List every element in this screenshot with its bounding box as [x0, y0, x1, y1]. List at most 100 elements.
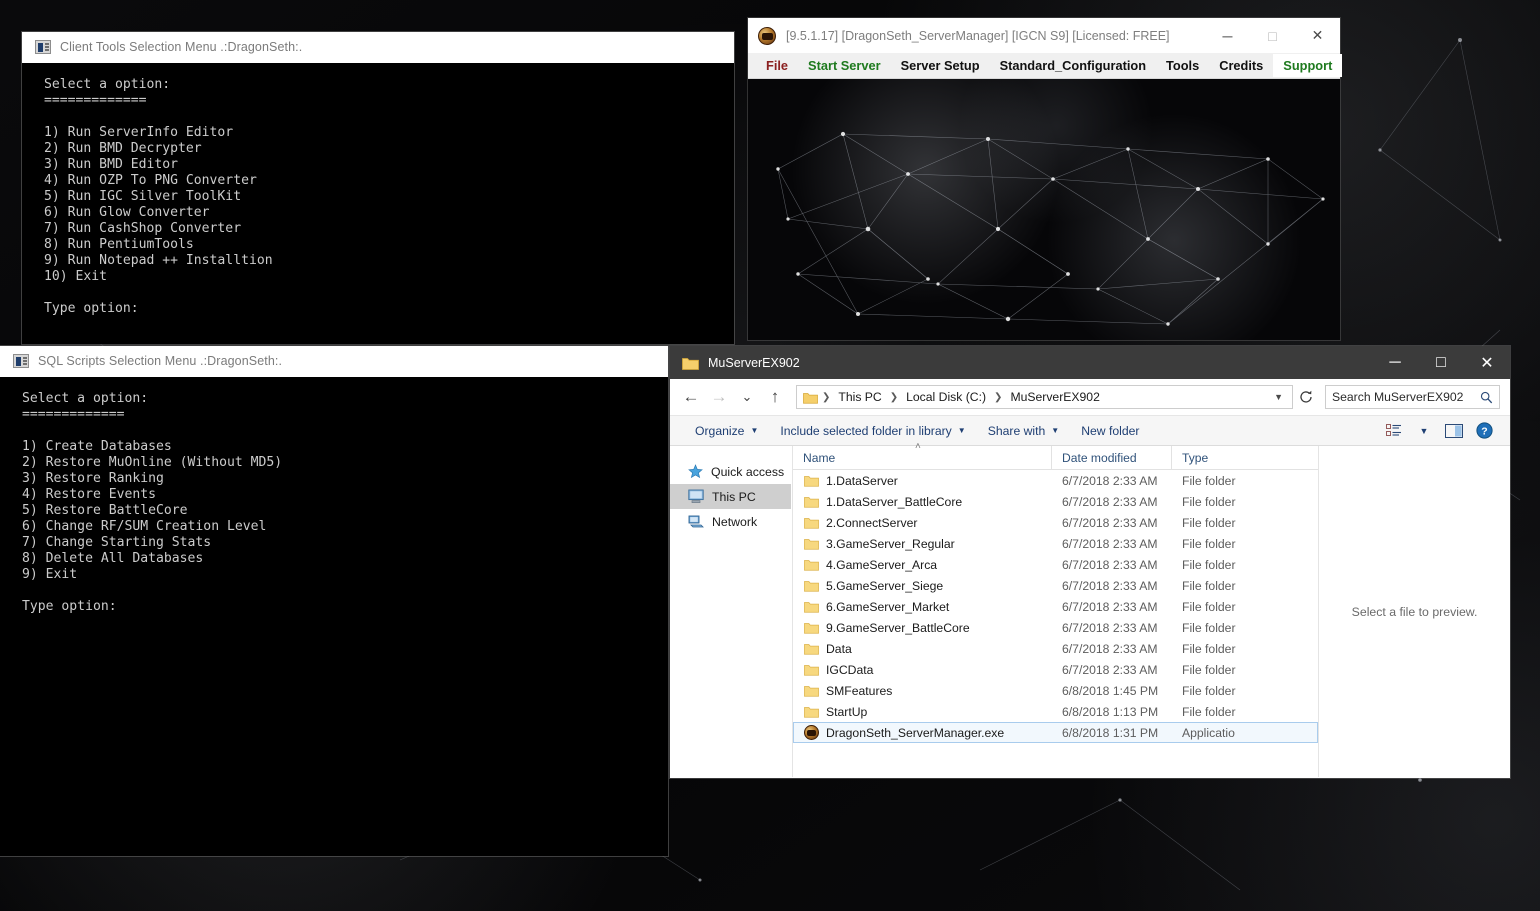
sidebar-item-this-pc[interactable]: This PC — [670, 484, 791, 509]
back-button[interactable]: ← — [678, 384, 704, 410]
file-type-cell: File folder — [1182, 662, 1236, 677]
file-name-cell: DragonSeth_ServerManager.exe — [794, 725, 1052, 740]
desktop: Client Tools Selection Menu .:DragonSeth… — [0, 0, 1540, 911]
client-tools-console-window[interactable]: Client Tools Selection Menu .:DragonSeth… — [22, 32, 734, 344]
server-manager-title: [9.5.1.17] [DragonSeth_ServerManager] [I… — [786, 28, 1170, 43]
folder-icon — [682, 357, 699, 370]
sidebar-item-quick-access[interactable]: Quick access — [670, 459, 791, 484]
include-in-library-label: Include selected folder in library — [780, 423, 952, 438]
explorer-window-controls: ─ □ ✕ — [1372, 346, 1510, 379]
menu-item-standard-configuration[interactable]: Standard_Configuration — [990, 54, 1156, 77]
dragonseth-app-icon — [758, 26, 776, 45]
table-row[interactable]: DragonSeth_ServerManager.exe 6/8/2018 1:3… — [793, 722, 1319, 743]
address-bar[interactable]: ❯ This PC ❯ Local Disk (C:) ❯ MuServerEX… — [796, 385, 1293, 409]
explorer-navigation-bar: ← → ⌄ ↑ ❯ This PC ❯ Local Disk (C:) ❯ Mu… — [670, 379, 1510, 415]
column-header-type-label: Type — [1182, 450, 1209, 465]
recent-locations-button[interactable]: ⌄ — [734, 384, 760, 410]
column-header-type[interactable]: Type — [1171, 446, 1251, 469]
view-caret-icon[interactable]: ▼ — [1410, 419, 1438, 443]
server-manager-content-area — [748, 79, 1340, 340]
menu-item-file[interactable]: File — [756, 54, 798, 77]
folder-icon — [804, 476, 819, 487]
client-tools-console-output[interactable]: Select a option: ============= 1) Run Se… — [22, 63, 734, 317]
file-name-cell: IGCData — [794, 663, 1052, 677]
folder-icon — [804, 497, 819, 508]
file-name-label: DragonSeth_ServerManager.exe — [826, 725, 1005, 740]
minimize-button[interactable]: ─ — [1205, 18, 1250, 53]
file-list: Name ˄ Date modified Type 1.DataServer 6/… — [792, 441, 1319, 777]
table-row[interactable]: 6.GameServer_Market 6/7/2018 2:33 AM File … — [793, 596, 1318, 617]
table-row[interactable]: 2.ConnectServer 6/7/2018 2:33 AM File fold… — [793, 512, 1318, 533]
table-row[interactable]: 9.GameServer_BattleCore 6/7/2018 2:33 AM F… — [793, 617, 1318, 638]
menu-item-tools[interactable]: Tools — [1156, 54, 1209, 77]
file-name-cell: 1.DataServer — [794, 474, 1052, 488]
explorer-command-toolbar: Organize ▼ Include selected folder in li… — [670, 415, 1510, 446]
file-rows-container: 1.DataServer 6/7/2018 2:33 AM File folder 1… — [793, 470, 1319, 743]
file-date-cell: 6/7/2018 2:33 AM — [1062, 578, 1158, 593]
file-name-cell: SMFeatures — [794, 684, 1052, 698]
file-name-label: SMFeatures — [826, 683, 893, 698]
chevron-down-icon: ▼ — [1051, 426, 1060, 435]
chevron-down-icon[interactable]: ▼ — [1269, 392, 1288, 402]
file-type-cell: File folder — [1182, 494, 1236, 509]
breadcrumb-local-disk[interactable]: Local Disk (C:) — [902, 389, 990, 405]
column-header-name[interactable]: Name ˄ — [793, 441, 1051, 469]
include-in-library-button[interactable]: Include selected folder in library ▼ — [769, 421, 976, 441]
help-icon[interactable]: ? — [1470, 419, 1498, 443]
sql-scripts-console-titlebar[interactable]: SQL Scripts Selection Menu .:DragonSeth:… — [0, 346, 668, 377]
new-folder-button[interactable]: New folder — [1070, 421, 1150, 441]
table-row[interactable]: 4.GameServer_Arca 6/7/2018 2:33 AM File fo… — [793, 554, 1318, 575]
menu-item-start-server[interactable]: Start Server — [798, 54, 891, 77]
computer-icon — [688, 489, 704, 503]
table-row[interactable]: SMFeatures 6/8/2018 1:45 PM File folder — [793, 680, 1318, 701]
refresh-icon[interactable] — [1295, 385, 1317, 409]
file-name-cell: 1.DataServer_BattleCore — [794, 495, 1052, 509]
column-header-date-modified[interactable]: Date modified — [1051, 446, 1171, 469]
maximize-button[interactable]: □ — [1250, 18, 1295, 53]
explorer-navigation-pane: Quick access This PC Network — [670, 446, 792, 777]
preview-pane: Select a file to preview. — [1318, 446, 1510, 777]
share-with-button[interactable]: Share with ▼ — [977, 421, 1071, 441]
chevron-down-icon: ▼ — [957, 426, 966, 435]
table-row[interactable]: StartUp 6/8/2018 1:13 PM File folder — [793, 701, 1318, 722]
console-icon — [35, 40, 51, 54]
client-tools-console-titlebar[interactable]: Client Tools Selection Menu .:DragonSeth… — [22, 32, 734, 63]
chevron-down-icon: ▼ — [750, 426, 759, 435]
file-name-label: 5.GameServer_Siege — [826, 578, 944, 593]
sidebar-item-label: Network — [712, 514, 758, 529]
table-row[interactable]: 1.DataServer 6/7/2018 2:33 AM File folder — [793, 470, 1318, 491]
table-row[interactable]: 3.GameServer_Regular 6/7/2018 2:33 AM File… — [793, 533, 1318, 554]
preview-pane-icon[interactable] — [1440, 419, 1468, 443]
file-name-cell: 5.GameServer_Siege — [794, 579, 1052, 593]
server-manager-titlebar[interactable]: [9.5.1.17] [DragonSeth_ServerManager] [I… — [748, 18, 1340, 53]
close-button[interactable]: ✕ — [1464, 346, 1510, 379]
forward-button[interactable]: → — [706, 384, 732, 410]
table-row[interactable]: IGCData 6/7/2018 2:33 AM File folder — [793, 659, 1318, 680]
table-row[interactable]: 5.GameServer_Siege 6/7/2018 2:33 AM File f… — [793, 575, 1318, 596]
close-button[interactable]: ✕ — [1295, 18, 1340, 53]
maximize-button[interactable]: □ — [1418, 346, 1464, 379]
table-row[interactable]: 1.DataServer_BattleCore 6/7/2018 2:33 AM F… — [793, 491, 1318, 512]
minimize-button[interactable]: ─ — [1372, 346, 1418, 379]
organize-button[interactable]: Organize ▼ — [684, 421, 769, 441]
server-manager-menubar: File Start Server Server Setup Standard_… — [748, 53, 1343, 79]
file-explorer-window[interactable]: MuServerEX902 ─ □ ✕ ← → ⌄ ↑ ❯ This PC ❯ … — [670, 346, 1510, 778]
sql-scripts-console-output[interactable]: Select a option: ============= 1) Create… — [0, 377, 668, 615]
table-row[interactable]: Data 6/7/2018 2:33 AM File folder — [793, 638, 1318, 659]
menu-item-server-setup[interactable]: Server Setup — [891, 54, 990, 77]
console-icon — [13, 354, 29, 368]
explorer-titlebar[interactable]: MuServerEX902 ─ □ ✕ — [670, 346, 1510, 379]
breadcrumb-muserverex902[interactable]: MuServerEX902 — [1006, 389, 1103, 405]
file-date-cell: 6/7/2018 2:33 AM — [1062, 557, 1158, 572]
sql-scripts-console-window[interactable]: SQL Scripts Selection Menu .:DragonSeth:… — [0, 346, 668, 856]
sidebar-item-network[interactable]: Network — [670, 509, 791, 534]
server-manager-window[interactable]: [9.5.1.17] [DragonSeth_ServerManager] [I… — [748, 18, 1343, 340]
menu-item-credits[interactable]: Credits — [1209, 54, 1273, 77]
menu-item-support[interactable]: Support — [1273, 54, 1343, 77]
up-button[interactable]: ↑ — [762, 384, 788, 410]
file-name-label: 4.GameServer_Arca — [826, 557, 938, 572]
search-input[interactable]: Search MuServerEX902 — [1325, 385, 1500, 409]
breadcrumb-this-pc[interactable]: This PC — [834, 389, 885, 405]
folder-icon — [804, 539, 819, 550]
view-options-icon[interactable] — [1380, 419, 1408, 443]
